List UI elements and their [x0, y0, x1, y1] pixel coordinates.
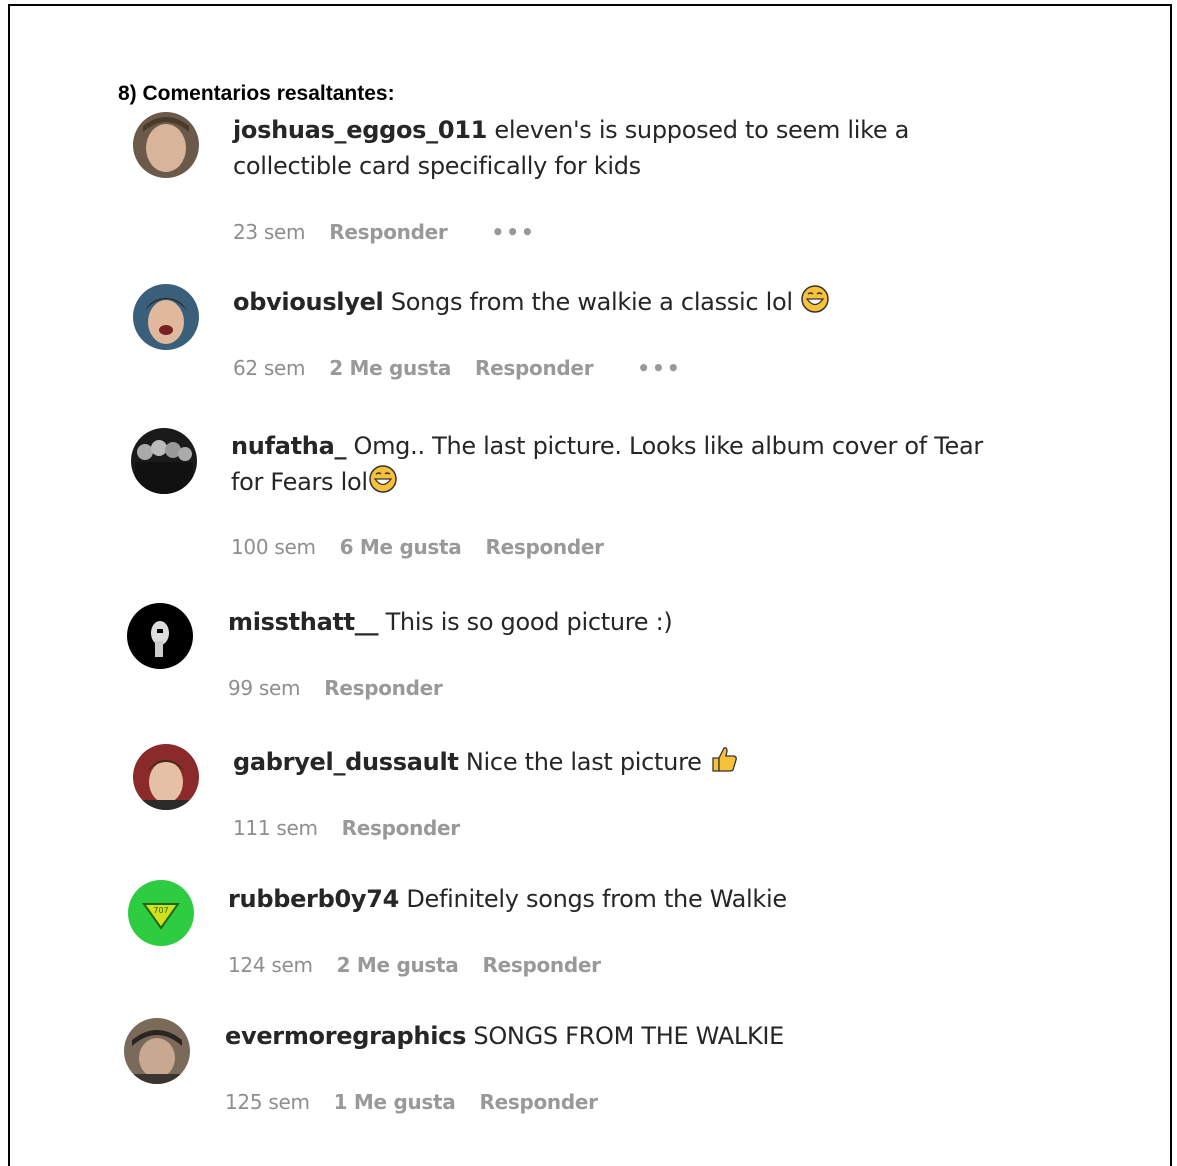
reply-button[interactable]: Responder — [482, 953, 601, 977]
avatar[interactable] — [124, 1018, 190, 1084]
comment-username[interactable]: obviouslyel — [233, 288, 384, 316]
likes-count[interactable]: 2 Me gusta — [329, 356, 451, 380]
reply-button[interactable]: Responder — [475, 356, 594, 380]
comment-time[interactable]: 100 sem — [231, 535, 316, 559]
comment-body: Songs from the walkie a classic lol — [390, 288, 793, 316]
comment-time[interactable]: 23 sem — [233, 220, 306, 244]
comment-time[interactable]: 124 sem — [228, 953, 313, 977]
comment-time[interactable]: 99 sem — [228, 676, 301, 700]
grinning-sweat-emoji — [801, 285, 829, 313]
more-options-icon[interactable]: ••• — [637, 356, 681, 380]
comment-meta: 124 sem 2 Me gusta Responder — [228, 953, 625, 977]
svg-text:707: 707 — [153, 906, 168, 915]
avatar[interactable] — [127, 603, 193, 669]
comment-text: gabryel_dussault Nice the last picture — [233, 744, 1023, 780]
comment-text: evermoregraphics SONGS FROM THE WALKIE — [225, 1018, 1015, 1054]
comment-username[interactable]: evermoregraphics — [225, 1022, 466, 1050]
comment-time[interactable]: 125 sem — [225, 1090, 310, 1114]
reply-button[interactable]: Responder — [324, 676, 443, 700]
grinning-sweat-emoji — [368, 465, 397, 493]
comment-body: This is so good picture :) — [385, 608, 673, 636]
thumbs-up-emoji — [712, 747, 737, 772]
comment-meta: 23 sem Responder ••• — [233, 220, 560, 244]
comment-username[interactable]: gabryel_dussault — [233, 748, 459, 776]
reply-button[interactable]: Responder — [329, 220, 448, 244]
comment-body: Nice the last picture — [465, 748, 702, 776]
comment-text: rubberb0y74 Definitely songs from the Wa… — [228, 881, 1018, 917]
comment-meta: 99 sem Responder — [228, 676, 466, 700]
comment-meta: 111 sem Responder — [233, 816, 484, 840]
comment-text: joshuas_eggos_011 eleven's is supposed t… — [233, 112, 1023, 184]
avatar[interactable]: 707 — [128, 880, 194, 946]
comment-username[interactable]: missthatt__ — [228, 608, 379, 636]
comment-text: nufatha_ Omg.. The last picture. Looks l… — [231, 428, 1021, 500]
avatar[interactable] — [131, 428, 197, 494]
avatar[interactable] — [133, 744, 199, 810]
likes-count[interactable]: 6 Me gusta — [340, 535, 462, 559]
more-options-icon[interactable]: ••• — [491, 220, 535, 244]
comment-body: SONGS FROM THE WALKIE — [473, 1022, 785, 1050]
section-heading: 8) Comentarios resaltantes: — [118, 82, 395, 105]
comment-username[interactable]: nufatha_ — [231, 432, 346, 460]
comment-time[interactable]: 111 sem — [233, 816, 318, 840]
comment-username[interactable]: joshuas_eggos_011 — [233, 116, 487, 144]
likes-count[interactable]: 2 Me gusta — [337, 953, 459, 977]
comment-time[interactable]: 62 sem — [233, 356, 306, 380]
comment-username[interactable]: rubberb0y74 — [228, 885, 399, 913]
comment-text: obviouslyel Songs from the walkie a clas… — [233, 284, 1023, 320]
likes-count[interactable]: 1 Me gusta — [334, 1090, 456, 1114]
reply-button[interactable]: Responder — [479, 1090, 598, 1114]
comment-text: missthatt__ This is so good picture :) — [228, 604, 1018, 640]
reply-button[interactable]: Responder — [342, 816, 461, 840]
comment-body: Definitely songs from the Walkie — [406, 885, 787, 913]
comment-meta: 125 sem 1 Me gusta Responder — [225, 1090, 622, 1114]
reply-button[interactable]: Responder — [485, 535, 604, 559]
avatar[interactable] — [133, 112, 199, 178]
avatar[interactable] — [133, 284, 199, 350]
comment-meta: 100 sem 6 Me gusta Responder — [231, 535, 628, 559]
comment-meta: 62 sem 2 Me gusta Responder ••• — [233, 356, 706, 380]
